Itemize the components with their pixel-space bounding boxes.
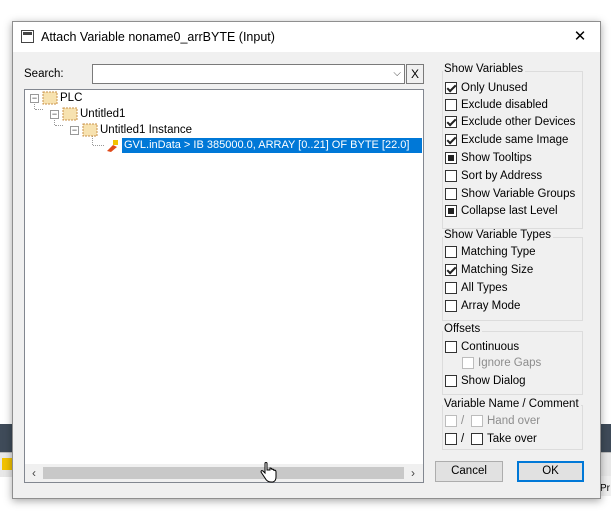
warning-icon [2,458,12,470]
checkbox-label: Exclude other Devices [461,116,576,128]
clear-search-button[interactable]: X [406,64,424,84]
take-over-row: / Take over [445,431,575,447]
checkbox-label: Show Tooltips [461,152,532,164]
title-bar: Attach Variable noname0_arrBYTE (Input) … [13,22,600,52]
scrollbar-thumb[interactable] [43,467,404,479]
separator: / [461,415,465,427]
hand-over-comment-checkbox[interactable] [471,415,483,427]
offsets-title: Offsets [443,323,483,335]
checkbox-label: Show Variable Groups [461,188,576,200]
collapse-icon[interactable]: − [70,126,79,135]
checkbox-label: Array Mode [461,300,521,312]
checkbox-label: All Types [461,282,508,294]
tree-node-label: Untitled1 Instance [100,124,193,136]
checkbox-label: Exclude same Image [461,134,569,146]
variable-name-comment-title: Variable Name / Comment [443,398,581,410]
checkbox[interactable] [445,82,457,94]
checkbox[interactable] [445,375,457,387]
checkbox[interactable] [445,205,457,217]
collapse-icon[interactable]: − [30,94,39,103]
checkbox-label: Ignore Gaps [478,357,542,369]
checkbox[interactable] [445,341,457,353]
checkbox-label: Sort by Address [461,170,543,182]
chevron-down-icon[interactable]: ⌵ [393,68,401,79]
checkbox[interactable] [445,264,457,276]
variable-icon [107,140,118,152]
take-over-comment-checkbox[interactable] [471,433,483,445]
checkbox-label: Show Dialog [461,375,526,387]
checkbox-label: Collapse last Level [461,205,558,217]
checkbox[interactable] [445,134,457,146]
hand-over-label: Hand over [487,415,541,427]
search-input[interactable]: ⌵ [92,64,405,84]
checkbox[interactable] [445,152,457,164]
horizontal-scrollbar[interactable]: ‹ › [25,464,423,482]
dialog-title: Attach Variable noname0_arrBYTE (Input) [41,30,275,44]
background-partial-text: Pr [600,483,610,494]
checkbox-label: Continuous [461,341,520,353]
checkbox[interactable] [445,170,457,182]
take-over-name-checkbox[interactable] [445,433,457,445]
project-icon [62,107,78,121]
take-over-label: Take over [487,433,537,445]
ok-button[interactable]: OK [517,461,584,482]
chevron-right-icon[interactable]: › [406,466,420,480]
checkbox-label: Only Unused [461,82,528,94]
tree-node-untitled1-instance[interactable]: − Untitled1 Instance [25,122,245,138]
collapse-icon[interactable]: − [50,110,59,119]
checkbox-label: Matching Size [461,264,534,276]
tree-node-plc[interactable]: − PLC [25,90,225,106]
checkbox-label: Matching Type [461,246,536,258]
checkbox[interactable] [462,357,474,369]
search-label: Search: [24,68,64,80]
variable-tree[interactable]: − PLC − Untitled1 − Untitled1 Instance G… [24,89,424,483]
window-icon [21,30,34,43]
cancel-button[interactable]: Cancel [435,461,503,482]
tree-node-untitled1[interactable]: − Untitled1 [25,106,225,122]
selected-variable-label: GVL.inData > IB 385000.0, ARRAY [0..21] … [122,138,422,153]
hand-over-row: / Hand over [445,413,575,429]
checkbox[interactable] [445,300,457,312]
instance-icon [82,123,98,137]
separator: / [461,433,465,445]
tree-node-label: Untitled1 [80,108,126,120]
checkbox[interactable] [445,188,457,200]
chevron-left-icon[interactable]: ‹ [27,466,41,480]
attach-variable-dialog: Attach Variable noname0_arrBYTE (Input) … [12,21,601,499]
checkbox-label: Exclude disabled [461,99,548,111]
tree-node-label: PLC [60,92,83,104]
plc-icon [42,91,58,105]
tree-node-gvl-indata[interactable]: GVL.inData > IB 385000.0, ARRAY [0..21] … [25,138,423,154]
hand-cursor-icon [260,462,277,483]
checkbox[interactable] [445,116,457,128]
checkbox[interactable] [445,246,457,258]
show-variables-title: Show Variables [443,63,526,75]
hand-over-name-checkbox[interactable] [445,415,457,427]
close-button[interactable]: ✕ [568,26,592,48]
checkbox[interactable] [445,99,457,111]
checkbox[interactable] [445,282,457,294]
show-variable-types-title: Show Variable Types [443,229,553,241]
